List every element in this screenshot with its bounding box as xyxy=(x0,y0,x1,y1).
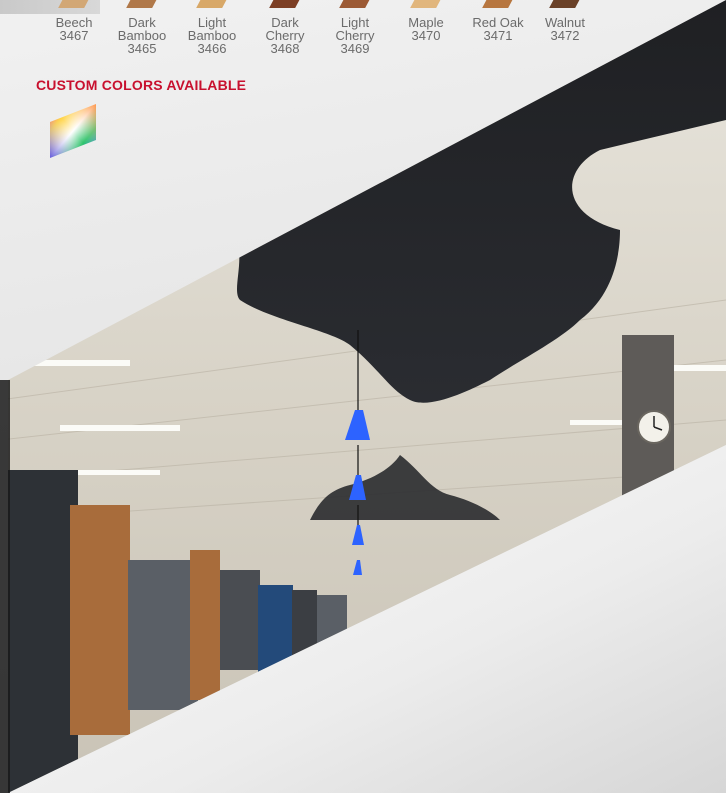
office-ceiling-photo xyxy=(0,0,726,793)
brochure-page: Beech 3467 Dark Bamboo 3465 Light Bamboo 34… xyxy=(0,0,726,793)
